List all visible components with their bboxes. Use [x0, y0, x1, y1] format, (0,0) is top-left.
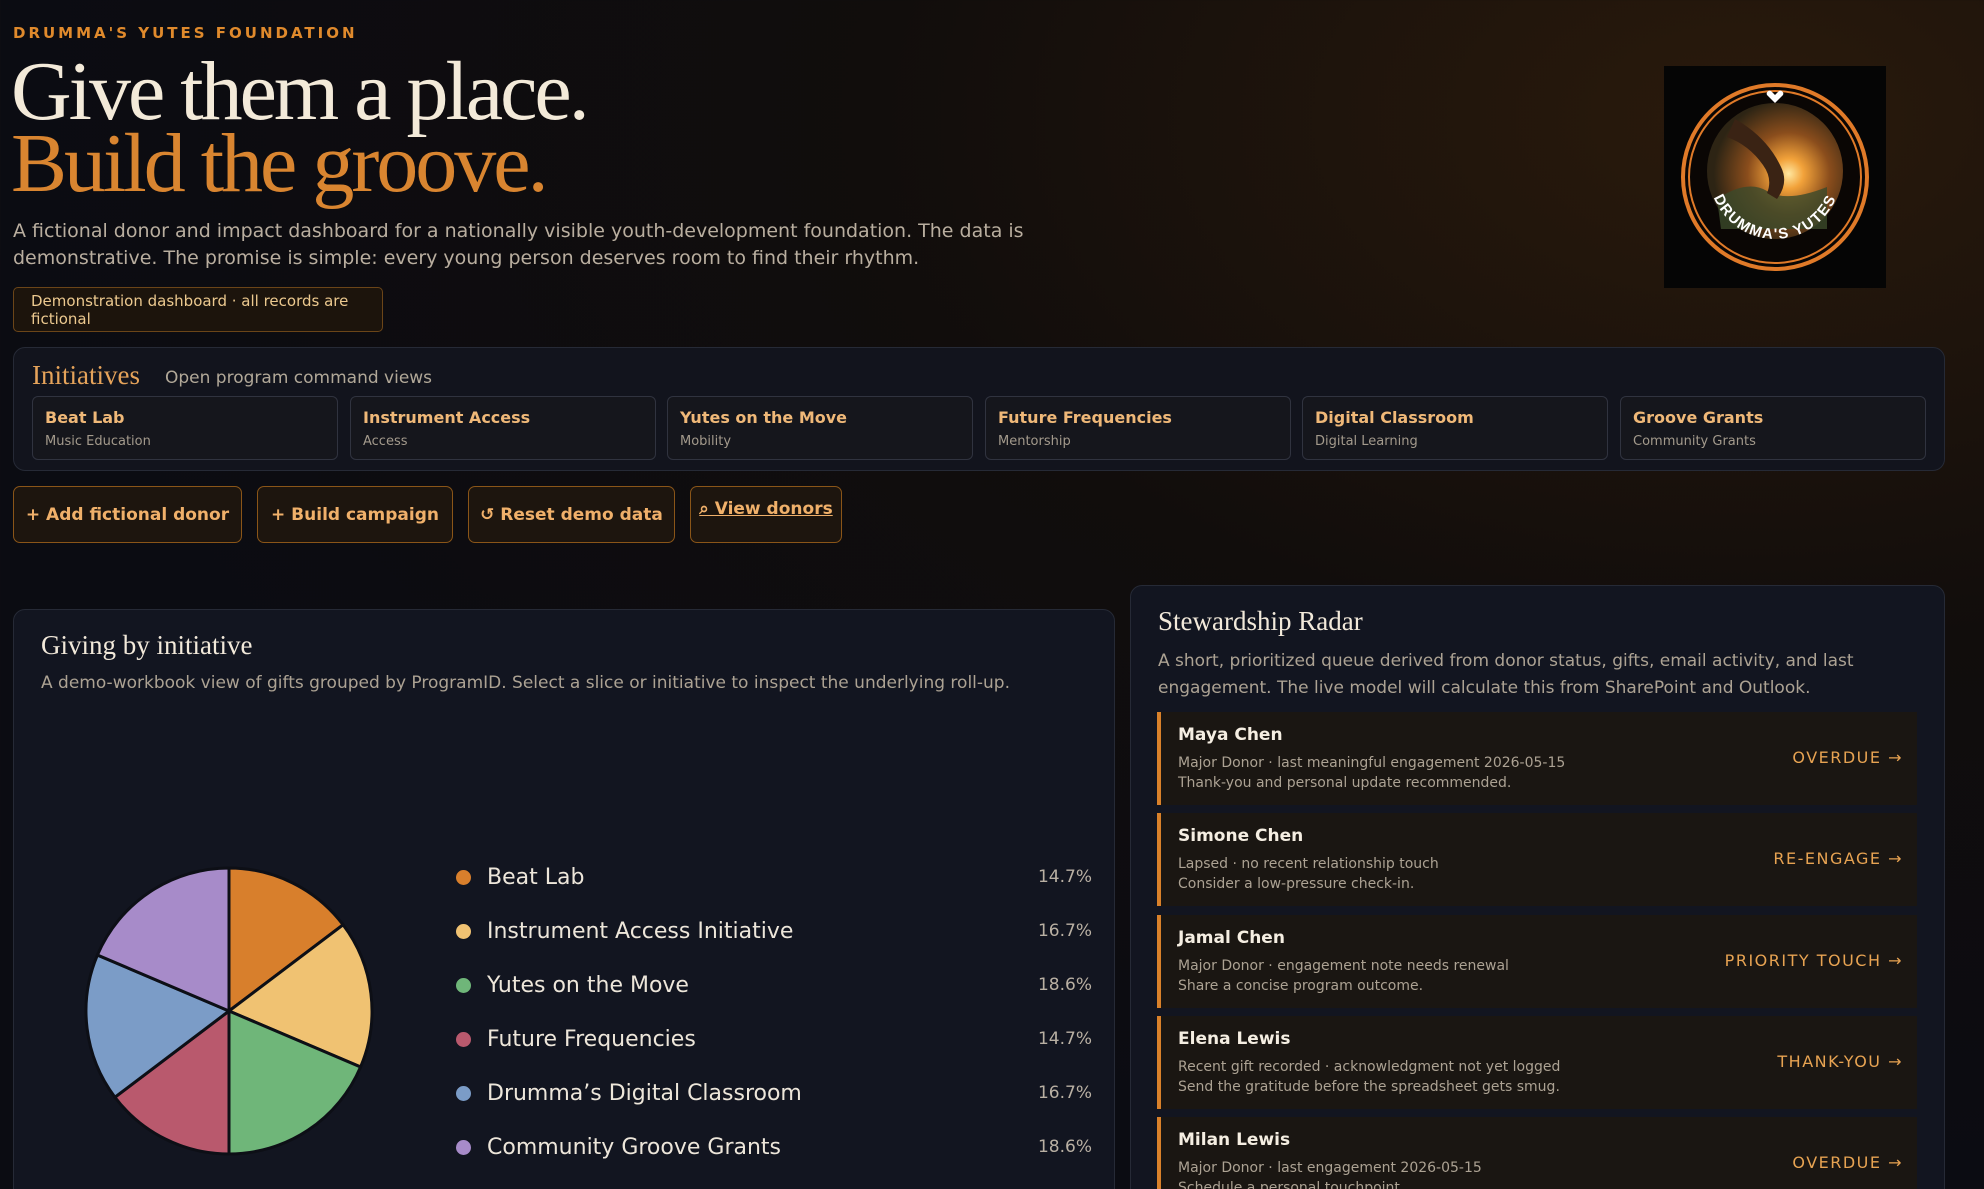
initiative-name: Groove Grants: [1633, 408, 1764, 427]
legend-label: Future Frequencies: [487, 1026, 696, 1052]
steward-item[interactable]: Elena Lewis Recent gift recorded · ackno…: [1157, 1016, 1917, 1109]
steward-action-tag[interactable]: RE-ENGAGE →: [1773, 849, 1903, 868]
initiative-name: Digital Classroom: [1315, 408, 1474, 427]
demo-badge: Demonstration dashboard · all records ar…: [13, 287, 383, 332]
legend-value: 16.7%: [1037, 921, 1092, 941]
legend-item[interactable]: Beat Lab 14.7%: [442, 862, 1092, 892]
legend-swatch: [456, 923, 471, 939]
giving-title: Giving by initiative: [41, 630, 253, 660]
view-donors-link[interactable]: ⌕ View donors: [690, 486, 842, 543]
build-campaign-button[interactable]: + Build campaign: [257, 486, 453, 543]
steward-item[interactable]: Milan Lewis Major Donor · last engagemen…: [1157, 1117, 1917, 1189]
headline-line-2: Build the groove.: [11, 117, 549, 210]
stewardship-title: Stewardship Radar: [1158, 606, 1363, 636]
initiative-name: Instrument Access: [363, 408, 531, 427]
foundation-eyebrow: DRUMMA'S YUTES FOUNDATION: [13, 24, 358, 42]
legend-label: Beat Lab: [487, 864, 585, 890]
initiatives-subtitle: Open program command views: [165, 368, 433, 388]
legend-value: 14.7%: [1037, 1029, 1092, 1049]
donor-recommendation: Share a concise program outcome.: [1178, 978, 1424, 994]
legend-swatch: [456, 1085, 471, 1101]
foundation-logo: DRUMMA'S YUTES: [1664, 66, 1886, 288]
legend-label: Yutes on the Move: [487, 972, 689, 998]
legend-label: Instrument Access Initiative: [487, 918, 794, 944]
legend-label: Drumma’s Digital Classroom: [487, 1080, 802, 1106]
donor-recommendation: Thank-you and personal update recommende…: [1178, 775, 1512, 791]
donor-status: Major Donor · engagement note needs rene…: [1178, 958, 1509, 974]
initiative-card-digital-classroom[interactable]: Digital Classroom Digital Learning: [1302, 396, 1608, 460]
initiative-card-beat-lab[interactable]: Beat Lab Music Education: [32, 396, 338, 460]
reset-demo-button[interactable]: ↺ Reset demo data: [468, 486, 675, 543]
legend-item[interactable]: Yutes on the Move 18.6%: [442, 970, 1092, 1000]
donor-recommendation: Send the gratitude before the spreadshee…: [1178, 1079, 1560, 1095]
giving-panel: Giving by initiative A demo-workbook vie…: [13, 609, 1115, 1189]
steward-item[interactable]: Simone Chen Lapsed · no recent relations…: [1157, 813, 1917, 906]
initiative-category: Mentorship: [998, 434, 1071, 449]
logo-emblem-icon: DRUMMA'S YUTES: [1681, 83, 1869, 271]
donor-recommendation: Schedule a personal touchpoint.: [1178, 1180, 1405, 1189]
steward-action-tag[interactable]: THANK-YOU →: [1777, 1052, 1903, 1071]
legend-item[interactable]: Instrument Access Initiative 16.7%: [442, 916, 1092, 946]
legend-value: 14.7%: [1037, 867, 1092, 887]
legend-value: 18.6%: [1037, 975, 1092, 995]
donor-name: Simone Chen: [1178, 826, 1304, 846]
initiative-category: Access: [363, 434, 408, 449]
donor-name: Maya Chen: [1178, 725, 1283, 745]
intro-text: A fictional donor and impact dashboard f…: [13, 220, 1024, 269]
legend-swatch: [456, 869, 471, 885]
donor-status: Recent gift recorded · acknowledgment no…: [1178, 1059, 1561, 1075]
legend-item[interactable]: Drumma’s Digital Classroom 16.7%: [442, 1078, 1092, 1108]
legend-value: 16.7%: [1037, 1083, 1092, 1103]
legend-swatch: [456, 1031, 471, 1047]
stewardship-description: A short, prioritized queue derived from …: [1158, 651, 1854, 698]
donor-name: Elena Lewis: [1178, 1029, 1291, 1049]
donor-status: Lapsed · no recent relationship touch: [1178, 856, 1439, 872]
legend-swatch: [456, 977, 471, 993]
initiative-category: Mobility: [680, 434, 732, 449]
initiative-name: Yutes on the Move: [680, 408, 848, 427]
giving-pie-chart[interactable]: [79, 861, 379, 1161]
donor-recommendation: Consider a low-pressure check-in.: [1178, 876, 1415, 892]
add-donor-button[interactable]: + Add fictional donor: [13, 486, 242, 543]
initiative-name: Beat Lab: [45, 408, 125, 427]
giving-description: A demo-workbook view of gifts grouped by…: [41, 673, 1010, 693]
initiative-card-yutes-on-the-move[interactable]: Yutes on the Move Mobility: [667, 396, 973, 460]
view-donors-label: ⌕ View donors: [699, 499, 833, 519]
steward-action-tag[interactable]: OVERDUE →: [1792, 1153, 1903, 1172]
steward-item[interactable]: Jamal Chen Major Donor · engagement note…: [1157, 915, 1917, 1008]
donor-name: Milan Lewis: [1178, 1130, 1291, 1150]
initiative-card-instrument-access[interactable]: Instrument Access Access: [350, 396, 656, 460]
donor-status: Major Donor · last engagement 2026-05-15: [1178, 1160, 1482, 1176]
steward-action-tag[interactable]: PRIORITY TOUCH →: [1725, 951, 1903, 970]
initiatives-panel: Initiatives Open program command views B…: [13, 347, 1945, 471]
initiative-category: Community Grants: [1633, 434, 1756, 449]
donor-name: Jamal Chen: [1178, 928, 1285, 948]
initiative-category: Music Education: [45, 434, 151, 449]
legend-value: 18.6%: [1037, 1137, 1092, 1157]
legend-label: Community Groove Grants: [487, 1134, 782, 1160]
legend-swatch: [456, 1139, 471, 1155]
initiative-card-future-frequencies[interactable]: Future Frequencies Mentorship: [985, 396, 1291, 460]
legend-item[interactable]: Community Groove Grants 18.6%: [442, 1132, 1092, 1162]
legend-item[interactable]: Future Frequencies 14.7%: [442, 1024, 1092, 1054]
initiative-card-groove-grants[interactable]: Groove Grants Community Grants: [1620, 396, 1926, 460]
steward-action-tag[interactable]: OVERDUE →: [1792, 748, 1903, 767]
steward-item[interactable]: Maya Chen Major Donor · last meaningful …: [1157, 712, 1917, 805]
initiative-category: Digital Learning: [1315, 434, 1418, 449]
donor-status: Major Donor · last meaningful engagement…: [1178, 755, 1566, 771]
initiatives-title: Initiatives: [32, 360, 140, 390]
initiative-name: Future Frequencies: [998, 408, 1172, 427]
